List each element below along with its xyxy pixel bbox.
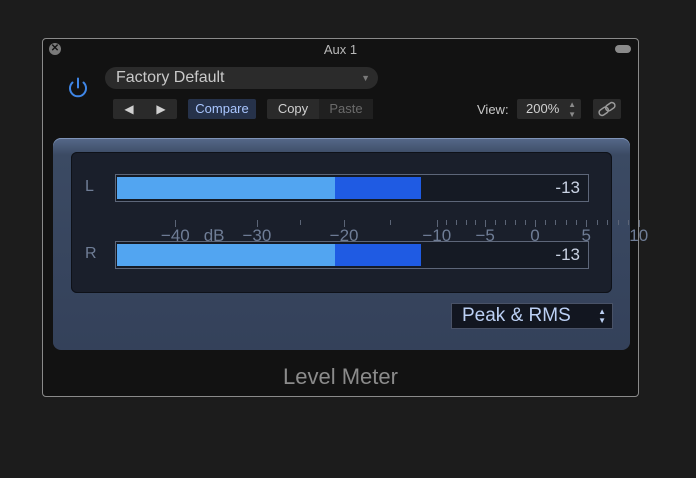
power-icon: [69, 77, 87, 98]
plugin-window: ✕ Aux 1 Factory Default ▼ ◀ ▶ Compare Co…: [42, 38, 648, 397]
scale-tick: [617, 220, 619, 225]
scale-tick: [596, 220, 598, 225]
chevron-down-icon: ▼: [361, 73, 370, 83]
meter-value-left: -13: [555, 178, 580, 197]
preset-navigation: ◀ ▶: [113, 99, 177, 119]
scale-tick: [565, 220, 567, 225]
scale-tick: [545, 220, 547, 225]
scale-tick: [389, 220, 391, 225]
up-down-arrows-icon: ▲ ▼: [598, 307, 606, 325]
plugin-name: Level Meter: [283, 364, 398, 389]
scale-tick: [575, 220, 577, 225]
paste-button[interactable]: Paste: [319, 99, 373, 119]
scale-tick: [607, 220, 609, 225]
zoom-value: 200%: [526, 101, 560, 116]
link-icon: [598, 101, 616, 117]
meter-bar-left: -13: [115, 174, 589, 202]
scale-tick: [524, 220, 526, 225]
power-button[interactable]: [63, 73, 93, 103]
up-down-arrows-icon: ▲ ▼: [568, 100, 576, 119]
scale-tick: [495, 220, 497, 225]
preset-name: Factory Default: [116, 69, 225, 86]
meter-mode-value: Peak & RMS: [462, 305, 571, 326]
scale-label: 10: [629, 226, 649, 245]
level-meter-panel: L -13 −40 dB −30 −20 −10 −5 0 5 10 R -13 Peak & …: [53, 138, 648, 350]
scale-tick: [455, 220, 457, 225]
view-label: View:: [477, 102, 509, 117]
compare-button[interactable]: Compare: [188, 99, 256, 119]
meter-fill-rms-left: [117, 177, 335, 199]
next-preset-button[interactable]: ▶: [145, 99, 177, 119]
zoom-dropdown[interactable]: 200% ▲ ▼: [517, 99, 581, 119]
previous-preset-button[interactable]: ◀: [113, 99, 145, 119]
meter-display: L -13 −40 dB −30 −20 −10 −5 0 5 10 R -13: [71, 152, 648, 293]
scale-tick: [446, 220, 448, 225]
meter-bar-right: -13: [115, 241, 589, 269]
scale-tick: [628, 220, 630, 225]
copy-button[interactable]: Copy: [267, 99, 319, 119]
scale-tick: [504, 220, 506, 225]
meter-fill-rms-right: [117, 244, 335, 266]
scale-tick: [514, 220, 516, 225]
copy-paste-group: Copy Paste: [267, 99, 373, 119]
scale-tick: [555, 220, 557, 225]
scale-tick: [465, 220, 467, 225]
scale-tick: [475, 220, 477, 225]
channel-label-right: R: [85, 245, 97, 262]
window-title: Aux 1: [323, 42, 358, 57]
link-button[interactable]: [593, 99, 621, 119]
meter-value-right: -13: [555, 245, 580, 264]
title-bar: ✕ Aux 1: [43, 39, 638, 59]
meter-mode-dropdown[interactable]: Peak & RMS ▲ ▼: [451, 303, 613, 329]
window-resize-button[interactable]: [615, 45, 631, 53]
preset-dropdown[interactable]: Factory Default ▼: [105, 67, 378, 89]
scale-tick: [299, 220, 301, 225]
channel-label-left: L: [85, 178, 94, 195]
